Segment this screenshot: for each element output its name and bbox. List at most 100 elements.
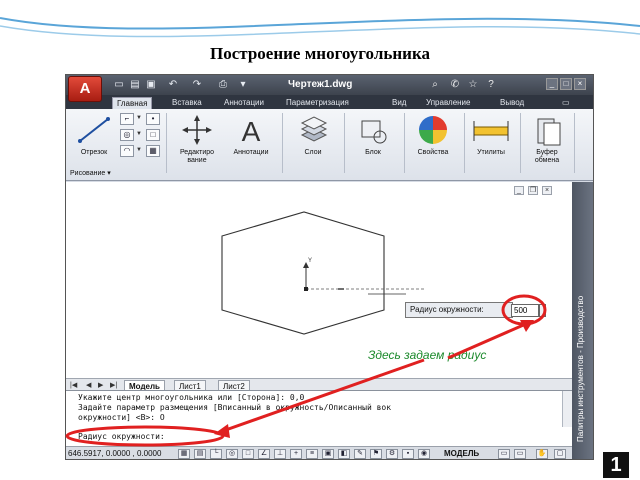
arc-tool[interactable]: ◠ bbox=[120, 145, 134, 157]
lock-icon[interactable]: ▪ bbox=[402, 449, 414, 459]
presentation-slide: Построение многоугольника ▭ ▤ ▣ ↶ ↷ ⎙ ▾ … bbox=[0, 0, 640, 480]
command-line[interactable]: Укажите центр многоугольника или [Сторон… bbox=[66, 390, 572, 446]
search-icon[interactable]: ⌕ bbox=[428, 78, 442, 92]
measure-icon bbox=[473, 121, 509, 141]
lineweight-icon[interactable]: ≡ bbox=[306, 449, 318, 459]
ribbon-separator bbox=[344, 113, 345, 173]
clean-screen-icon[interactable]: ▢ bbox=[554, 449, 566, 459]
tab-insert[interactable]: Вставка bbox=[172, 97, 202, 109]
otrack-icon[interactable]: ∠ bbox=[258, 449, 270, 459]
tab-annotate[interactable]: Аннотации bbox=[224, 97, 264, 109]
ribbon-minimize-icon[interactable]: ▭ bbox=[562, 97, 570, 109]
quick-access-menu-icon[interactable]: ▾ bbox=[236, 79, 250, 91]
dynamic-input-icon[interactable]: + bbox=[290, 449, 302, 459]
tab-manage[interactable]: Управление bbox=[426, 97, 470, 109]
radius-input[interactable]: 500 bbox=[511, 304, 539, 317]
layers-tool[interactable]: Слои bbox=[288, 113, 338, 173]
radius-input-arrow-icon[interactable] bbox=[539, 304, 546, 317]
tab-home[interactable]: Главная bbox=[112, 97, 153, 109]
slide-title: Построение многоугольника bbox=[210, 44, 430, 63]
maximize-icon[interactable]: □ bbox=[560, 78, 572, 90]
status-bar: 646.5917, 0.0000 , 0.0000 ▦ ▤ └ ◎ □ ∠ ⊥ … bbox=[66, 446, 572, 459]
isolate-icon[interactable]: ◉ bbox=[418, 449, 430, 459]
quick-view-drawings-icon[interactable]: ▭ bbox=[514, 449, 526, 459]
print-icon[interactable]: ⎙ bbox=[216, 79, 230, 91]
save-icon[interactable]: ▣ bbox=[144, 79, 158, 91]
previous-layout-icon[interactable]: ◀ bbox=[86, 381, 91, 389]
ducs-icon[interactable]: ⊥ bbox=[274, 449, 286, 459]
svg-text:A: A bbox=[242, 116, 261, 147]
redo-icon[interactable]: ↷ bbox=[190, 79, 204, 91]
last-layout-icon[interactable]: ▶| bbox=[110, 381, 117, 389]
ribbon-separator bbox=[282, 113, 283, 173]
snap-icon[interactable]: ▦ bbox=[178, 449, 190, 459]
open-file-icon[interactable]: ▤ bbox=[128, 79, 142, 91]
utilities-tool[interactable]: Утилиты bbox=[466, 113, 516, 173]
annotation-tool-label: Аннотации bbox=[233, 149, 269, 156]
rectangle-icon[interactable]: □ bbox=[146, 129, 160, 141]
favorites-icon[interactable]: ☆ bbox=[466, 78, 480, 92]
modify-tool-label: Редактиро вание bbox=[179, 149, 215, 164]
osnap-icon[interactable]: □ bbox=[242, 449, 254, 459]
annotation-tool[interactable]: A Аннотации bbox=[226, 113, 276, 173]
text-a-icon: A bbox=[242, 116, 261, 147]
chevron-down-icon[interactable]: ▼ bbox=[136, 147, 142, 153]
drawing-canvas: Y bbox=[221, 211, 426, 335]
ribbon-separator bbox=[520, 113, 521, 173]
properties-tool-label: Свойства bbox=[417, 149, 449, 156]
quick-view-layouts-icon[interactable]: ▭ bbox=[498, 449, 510, 459]
undo-icon[interactable]: ↶ bbox=[166, 79, 180, 91]
ribbon-separator bbox=[404, 113, 405, 173]
annotation-monitor-icon[interactable]: ✎ bbox=[354, 449, 366, 459]
new-file-icon[interactable]: ▭ bbox=[112, 79, 126, 91]
drawing-area[interactable]: _ ❐ × Y bbox=[66, 182, 572, 378]
draw-panel-title[interactable]: Рисование ▾ bbox=[70, 169, 111, 177]
quick-properties-icon[interactable]: ▣ bbox=[322, 449, 334, 459]
annotation-visibility-icon[interactable]: ⚑ bbox=[370, 449, 382, 459]
ortho-icon[interactable]: └ bbox=[210, 449, 222, 459]
annotation-text: Здесь задаем радиус bbox=[368, 348, 487, 362]
block-tool[interactable]: Блок bbox=[348, 113, 398, 173]
next-layout-icon[interactable]: ▶ bbox=[98, 381, 103, 389]
hatch-icon[interactable]: ▦ bbox=[146, 145, 160, 157]
close-icon[interactable]: × bbox=[574, 78, 586, 90]
workspace-icon[interactable]: ⚙ bbox=[386, 449, 398, 459]
ribbon-separator bbox=[464, 113, 465, 173]
help-icon[interactable]: ? bbox=[484, 78, 498, 92]
communication-icon[interactable]: ✆ bbox=[448, 78, 462, 92]
command-input[interactable]: Радиус окружности: bbox=[78, 432, 548, 443]
selection-cycling-icon[interactable]: ◧ bbox=[338, 449, 350, 459]
grid-icon[interactable]: ▤ bbox=[194, 449, 206, 459]
tool-palettes-bar[interactable]: Палитры инструментов - Производство bbox=[572, 182, 593, 459]
layers-tool-label: Слои bbox=[304, 149, 322, 156]
application-menu-button[interactable]: A bbox=[68, 76, 102, 102]
pan-icon[interactable]: ✋ bbox=[536, 449, 548, 459]
command-history-line: окружности] <В>: О bbox=[78, 413, 165, 422]
tab-view[interactable]: Вид bbox=[392, 97, 406, 109]
ribbon-separator bbox=[166, 113, 167, 173]
clipboard-tool[interactable]: Буфер обмена bbox=[522, 113, 572, 173]
chevron-down-icon[interactable]: ▼ bbox=[136, 115, 142, 121]
properties-tool[interactable]: Свойства bbox=[408, 113, 458, 173]
title-bar: ▭ ▤ ▣ ↶ ↷ ⎙ ▾ Чертеж1.dwg ⌕ ✆ ☆ ? _ □ × bbox=[66, 75, 593, 95]
modify-tool[interactable]: Редактиро вание bbox=[172, 113, 222, 173]
circle-tool[interactable]: ◎ bbox=[120, 129, 134, 141]
model-space-button[interactable]: МОДЕЛЬ bbox=[444, 449, 479, 458]
tab-parametric[interactable]: Параметризация bbox=[286, 97, 349, 109]
clipboard-tool-label: Буфер обмена bbox=[534, 149, 560, 164]
minimize-icon[interactable]: _ bbox=[546, 78, 558, 90]
tab-output[interactable]: Вывод bbox=[500, 97, 524, 109]
polar-icon[interactable]: ◎ bbox=[226, 449, 238, 459]
first-layout-icon[interactable]: |◀ bbox=[70, 381, 77, 389]
autocad-window: ▭ ▤ ▣ ↶ ↷ ⎙ ▾ Чертеж1.dwg ⌕ ✆ ☆ ? _ □ × … bbox=[65, 74, 594, 460]
polyline-tool[interactable]: ⌐ bbox=[120, 113, 134, 125]
move-icon bbox=[182, 115, 212, 145]
command-scrollbar[interactable] bbox=[562, 391, 572, 427]
block-tool-label: Блок bbox=[365, 149, 381, 156]
page-number-badge: 1 bbox=[603, 452, 629, 478]
line-tool[interactable]: Отрезок bbox=[72, 113, 116, 173]
chevron-down-icon[interactable]: ▼ bbox=[136, 131, 142, 137]
command-history-line: Задайте параметр размещения [Вписанный в… bbox=[78, 403, 392, 412]
ribbon-tabs: Главная Вставка Аннотации Параметризация… bbox=[66, 95, 593, 109]
point-icon[interactable]: • bbox=[146, 113, 160, 125]
